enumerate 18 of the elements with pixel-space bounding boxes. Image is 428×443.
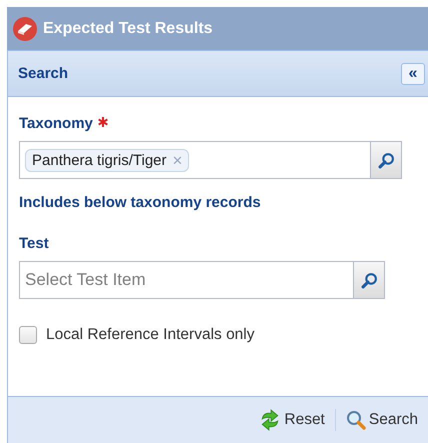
window-title: Expected Test Results xyxy=(43,20,213,38)
refresh-arrows-icon xyxy=(259,409,282,431)
reset-button[interactable]: Reset xyxy=(257,407,327,433)
collapse-button[interactable]: « xyxy=(401,62,425,84)
checkbox[interactable] xyxy=(19,326,37,344)
search-button[interactable] xyxy=(370,142,401,178)
magnifier-icon xyxy=(346,410,366,430)
search-icon xyxy=(360,272,378,288)
taxonomy-note: Includes below taxonomy records xyxy=(19,194,262,211)
search-icon xyxy=(378,152,394,168)
tag-label: Panthera tigris/Tiger xyxy=(32,152,167,168)
search-button[interactable]: Search xyxy=(344,408,420,432)
checkbox-label: Local Reference Intervals only xyxy=(46,326,255,344)
taxonomy-field[interactable]: Panthera tigris/Tiger × xyxy=(19,141,402,179)
search-button[interactable] xyxy=(353,262,384,298)
panel-title: Search xyxy=(18,65,68,82)
field-label: Taxonomy xyxy=(19,115,93,132)
field-label: Test xyxy=(19,235,49,252)
